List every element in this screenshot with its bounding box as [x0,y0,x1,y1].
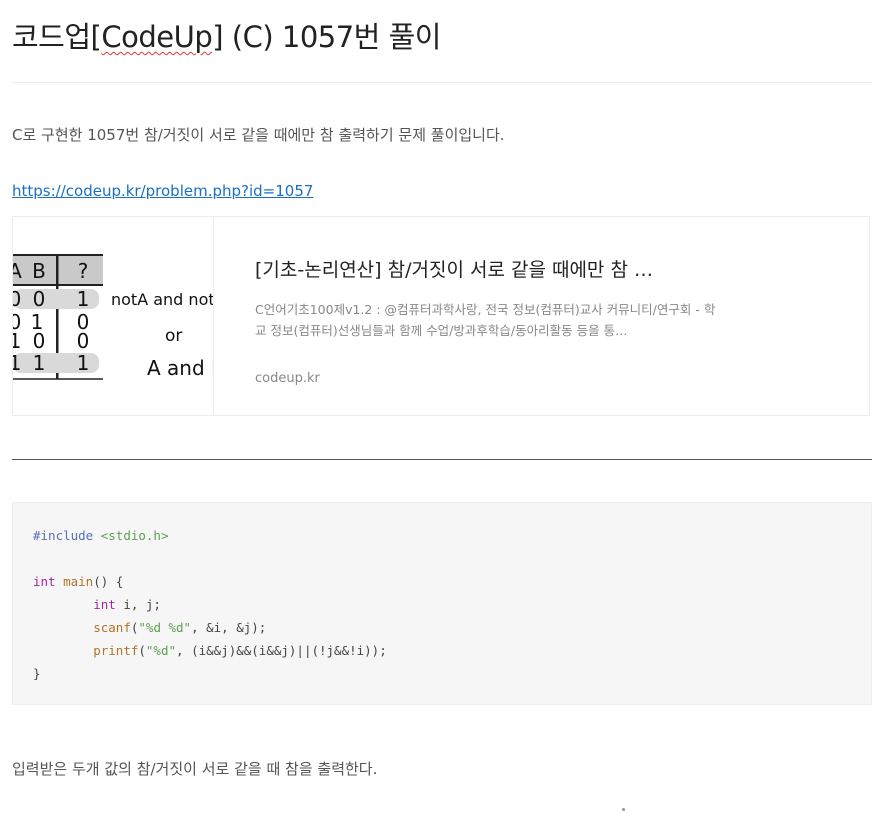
main-function: main [63,574,94,589]
svg-text:0: 0 [77,329,90,353]
thumb-note-2: or [165,326,182,346]
thumb-note-3: A and B [147,356,213,380]
post-title: 코드업[CodeUp] (C) 1057번 풀이 [12,14,441,56]
title-prefix: 코드업[ [12,20,102,54]
thumb-note-1: notA and not [111,290,213,309]
code-content: #include <stdio.h> int main() { int i, j… [33,528,387,681]
printf-call: printf [93,643,139,658]
title-divider [12,82,872,83]
problem-link[interactable]: https://codeup.kr/problem.php?id=1057 [12,182,313,200]
card-description: C언어기초100제v1.2 : @컴퓨터과학사랑, 전국 정보(컴퓨터)교사 커… [255,302,716,338]
title-suffix: ] (C) 1057번 풀이 [212,20,441,54]
card-domain: codeup.kr [255,371,320,386]
scroll-marker [622,808,625,811]
svg-text:0: 0 [33,329,46,353]
card-title[interactable]: [기초-논리연산] 참/거짓이 서로 같을 때에만 참 … [255,255,725,282]
include-directive: #include [33,528,94,543]
include-header: <stdio.h> [100,528,169,543]
section-divider [12,459,872,460]
svg-text:1: 1 [77,351,90,375]
svg-text:1: 1 [77,287,90,311]
thumb-col-a: A [13,259,22,283]
thumb-col-b: B [32,259,46,283]
thumb-col-result: ? [78,259,89,283]
outro-paragraph: 입력받은 두개 값의 참/거짓이 서로 같을 때 참을 출력한다. [12,760,378,778]
svg-text:1: 1 [13,329,21,353]
title-highlight: CodeUp [101,20,213,54]
card-thumbnail: A B ? 0 0 1 0 1 0 1 0 0 1 1 1 [13,217,214,415]
svg-text:0: 0 [13,287,21,311]
svg-text:0: 0 [33,287,46,311]
svg-text:1: 1 [13,351,21,375]
intro-paragraph: C로 구현한 1057번 참/거짓이 서로 같을 때에만 참 출력하기 문제 풀… [12,126,505,144]
scanf-call: scanf [93,620,131,635]
link-preview-card[interactable]: A B ? 0 0 1 0 1 0 1 0 0 1 1 1 [12,216,870,416]
svg-text:1: 1 [33,351,46,375]
truth-table-image: A B ? 0 0 1 0 1 0 1 0 0 1 1 1 [13,254,213,380]
code-block: #include <stdio.h> int main() { int i, j… [12,502,872,705]
